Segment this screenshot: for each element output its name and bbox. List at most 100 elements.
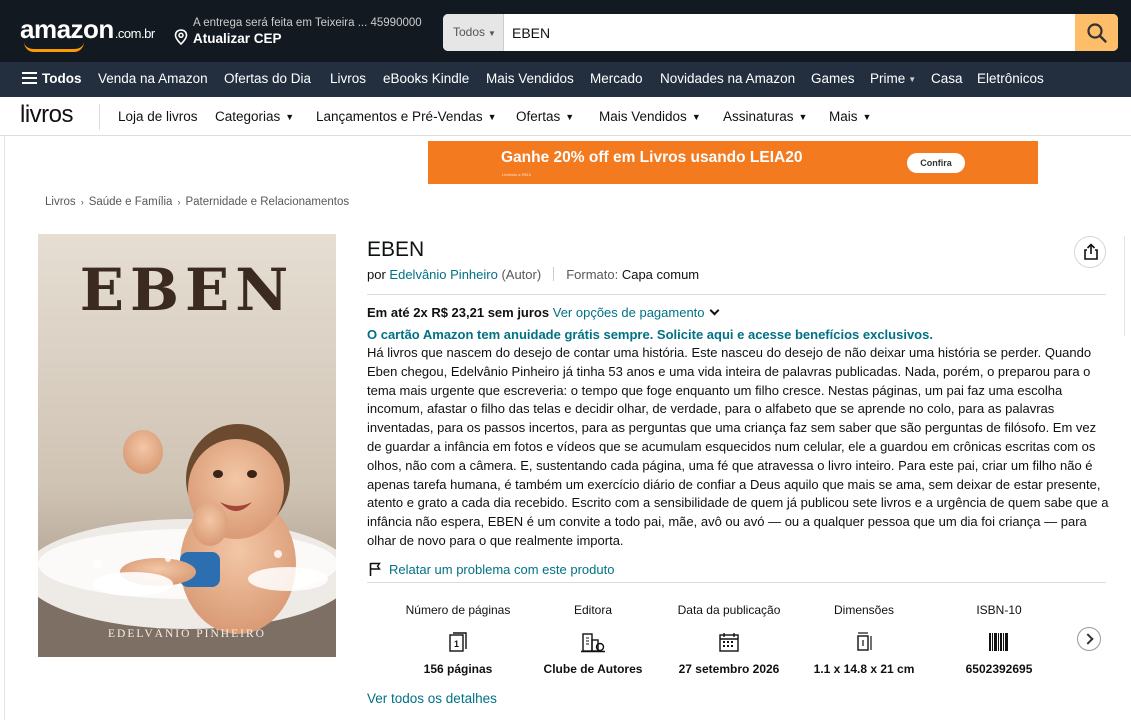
breadcrumb-link[interactable]: Livros (45, 196, 76, 208)
promo-banner[interactable]: Ganhe 20% off em Livros usando LEIA20 Li… (428, 141, 1038, 184)
installments-text: Em até 2x R$ 23,21 sem juros (367, 305, 550, 320)
attribute-label: Editora (573, 602, 613, 617)
update-cep-link: Atualizar CEP (193, 31, 282, 46)
nav-item[interactable]: Livros (330, 62, 366, 97)
cover-author: EDELVÂNIO PINHEIRO (108, 628, 266, 640)
page-edge-left (4, 136, 5, 720)
subnav-label: Mais Vendidos (599, 109, 687, 124)
subnav-item-dropdown[interactable]: Ofertas ▼ (516, 97, 574, 136)
promo-cta-button[interactable]: Confira (907, 153, 965, 173)
divider (367, 582, 1106, 583)
nav-all-label: Todos (42, 71, 82, 86)
attribute-label: ISBN-10 (976, 602, 1022, 617)
barcode-icon (934, 628, 1064, 656)
location-pin-icon (174, 29, 188, 45)
caret-down-icon: ▼ (908, 75, 917, 84)
attributes-next-button[interactable] (1077, 627, 1101, 651)
delivery-address-text: A entrega será feita em Teixeira ... 459… (193, 17, 422, 29)
breadcrumb-link[interactable]: Saúde e Família (89, 196, 173, 208)
caret-down-icon: ▼ (862, 112, 872, 122)
amazon-card-promo-link[interactable]: O cartão Amazon tem anuidade grátis semp… (367, 327, 933, 342)
nav-item[interactable]: Venda na Amazon (98, 62, 208, 97)
calendar-icon (664, 628, 794, 656)
subnav-label: Ofertas (516, 109, 561, 124)
divider (367, 294, 1106, 295)
subnav-item-dropdown[interactable]: Categorias ▼ (215, 97, 294, 136)
subnav-item[interactable]: Loja de livros (118, 97, 198, 136)
books-subnav: livros Loja de livros Categorias ▼ Lançam… (0, 97, 1131, 136)
amazon-logo[interactable]: amazon.com.br (20, 14, 155, 52)
search-button[interactable] (1075, 14, 1118, 51)
format-value: Capa comum (621, 267, 700, 282)
chevron-right-icon: › (177, 197, 181, 207)
main-nav: Todos Venda na Amazon Ofertas do Dia Liv… (0, 62, 1131, 97)
subnav-item-dropdown[interactable]: Lançamentos e Pré-Vendas ▼ (316, 97, 497, 136)
subnav-label: Assinaturas (723, 109, 794, 124)
attribute-value: 156 páginas (423, 662, 493, 676)
cover-title: EBEN (79, 256, 295, 324)
breadcrumb: Livros › Saúde e Família › Paternidade e Rel… (45, 196, 349, 208)
logo-tld: .com.br (114, 26, 155, 41)
caret-down-icon: ▼ (487, 112, 497, 122)
dimensions-icon (799, 628, 929, 656)
chevron-down-icon[interactable] (709, 305, 719, 316)
attribute-dimensions: Dimensões 1.1 x 14.8 x 21 cm (799, 594, 929, 677)
attribute-value: 27 setembro 2026 (678, 662, 780, 676)
nav-item[interactable]: Mais Vendidos (486, 62, 574, 97)
byline-divider (553, 267, 555, 281)
report-problem-link[interactable]: Relatar um problema com este produto (369, 562, 614, 577)
svg-text:1: 1 (454, 639, 459, 649)
attribute-value: 6502392695 (965, 662, 1033, 676)
see-all-details-link[interactable]: Ver todos os detalhes (367, 691, 497, 706)
book-description: Há livros que nascem do desejo de contar… (367, 345, 1109, 548)
search-category-label: Todos (453, 25, 486, 39)
subnav-label: Lançamentos e Pré-Vendas (316, 109, 483, 124)
subnav-divider (99, 104, 100, 130)
nav-item[interactable]: Ofertas do Dia (224, 62, 311, 97)
product-byline: por Edelvânio Pinheiro (Autor) Formato: C… (367, 267, 699, 282)
search-category-select[interactable]: Todos ▼ (443, 14, 504, 51)
payment-options-link[interactable]: Ver opções de pagamento (553, 305, 705, 320)
subnav-item-dropdown[interactable]: Mais ▼ (829, 97, 871, 136)
author-role: (Autor) (501, 267, 542, 282)
logo-text: amazon (20, 14, 114, 44)
attribute-publisher: Editora Clube de Autores (528, 594, 658, 677)
subnav-label: Mais (829, 109, 858, 124)
books-store-brand[interactable]: livros (20, 101, 74, 129)
product-title: EBEN (367, 238, 425, 261)
nav-item[interactable]: Games (811, 62, 855, 97)
caret-down-icon: ▼ (565, 112, 575, 122)
breadcrumb-link[interactable]: Paternidade e Relacionamentos (185, 196, 349, 208)
subnav-label: Categorias (215, 109, 281, 124)
search-bar: Todos ▼ (443, 14, 1118, 51)
attribute-label: Dimensões (833, 602, 895, 617)
nav-item[interactable]: eBooks Kindle (383, 62, 469, 97)
pages-icon: 1 (393, 628, 523, 656)
search-input[interactable] (505, 14, 1075, 51)
attribute-value: Clube de Autores (543, 662, 643, 676)
attribute-value: 1.1 x 14.8 x 21 cm (813, 662, 915, 676)
nav-prime-label: Prime (870, 71, 906, 86)
subnav-item-dropdown[interactable]: Assinaturas ▼ (723, 97, 807, 136)
caret-down-icon: ▼ (691, 112, 701, 122)
flag-icon (369, 562, 381, 576)
caret-down-icon: ▼ (798, 112, 808, 122)
format-label: Formato: (566, 267, 619, 282)
author-link[interactable]: Edelvânio Pinheiro (389, 267, 497, 282)
logo-smile-icon (24, 42, 84, 52)
share-button[interactable] (1074, 236, 1106, 268)
hamburger-icon (22, 72, 37, 84)
nav-item-prime[interactable]: Prime ▼ (870, 62, 916, 97)
nav-all-menu[interactable]: Todos (22, 62, 82, 97)
nav-item[interactable]: Casa (931, 62, 963, 97)
top-header: amazon.com.br A entrega será feita em Te… (0, 0, 1131, 62)
report-problem-label: Relatar um problema com este produto (389, 562, 615, 577)
nav-item[interactable]: Eletrônicos (977, 62, 1044, 97)
nav-item[interactable]: Novidades na Amazon (660, 62, 795, 97)
caret-down-icon: ▼ (488, 29, 496, 38)
book-cover-image[interactable]: EBEN EDELVÂNIO PINHEIRO (38, 234, 336, 657)
nav-item[interactable]: Mercado (590, 62, 643, 97)
attribute-label: Número de páginas (405, 602, 511, 617)
subnav-item-dropdown[interactable]: Mais Vendidos ▼ (599, 97, 701, 136)
share-icon (1084, 243, 1098, 260)
